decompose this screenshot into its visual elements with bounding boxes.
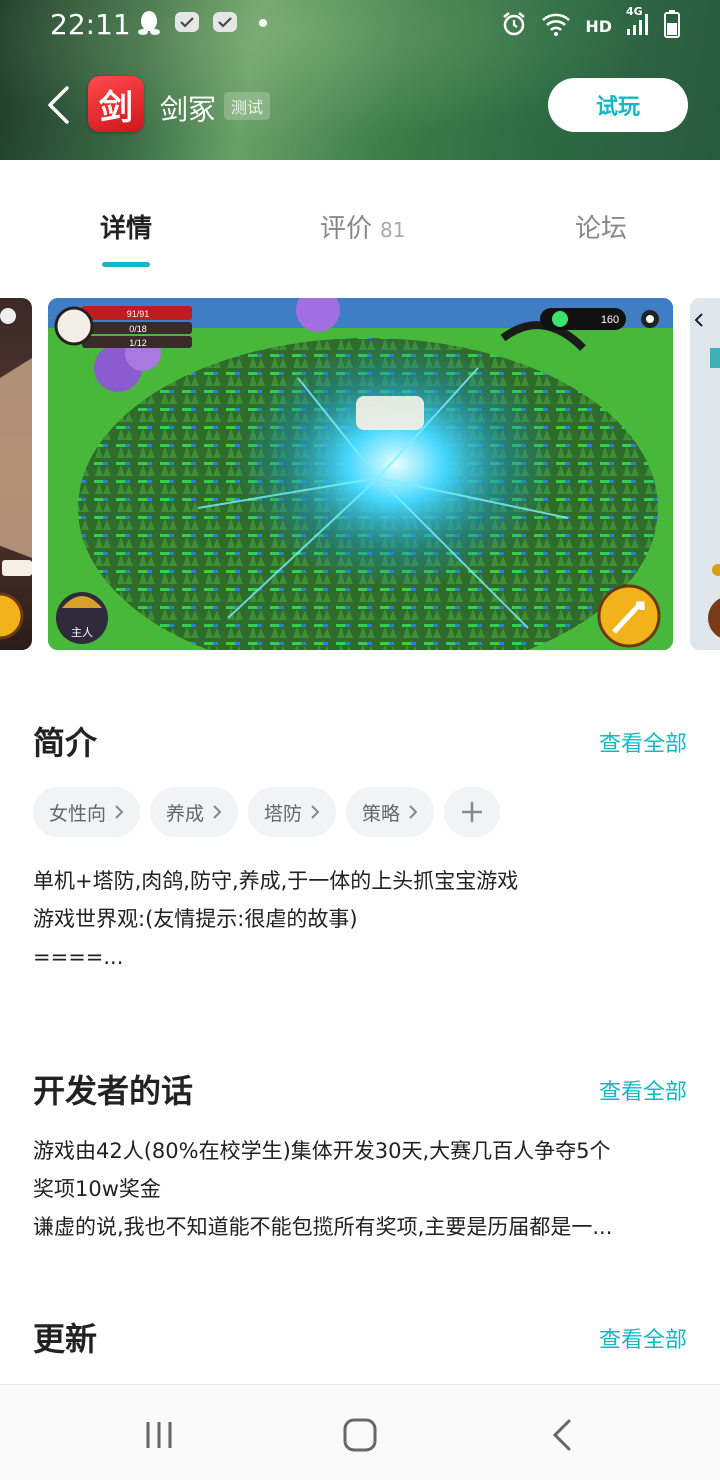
battery-icon xyxy=(664,10,680,42)
developer-notes-section: 开发者的话 查看全部 游戏由42人(80%在校学生)集体开发30天,大赛几百人争… xyxy=(0,1066,720,1266)
update-see-all-link[interactable]: 查看全部 xyxy=(599,1322,687,1354)
back-button[interactable] xyxy=(38,80,78,130)
home-button[interactable] xyxy=(338,1413,382,1457)
intro-line: 游戏世界观:(友情提示:很虐的故事) xyxy=(33,907,358,931)
intro-line: 单机+塔防,肉鸽,防守,养成,于一体的上头抓宝宝游戏 xyxy=(33,869,519,893)
tag-item[interactable]: 策略 xyxy=(346,787,435,837)
developer-line: 游戏由42人(80%在校学生)集体开发30天,大赛几百人争夺5个 xyxy=(33,1139,611,1163)
tag-label: 养成 xyxy=(166,802,205,825)
plus-icon xyxy=(462,802,483,822)
tab-forum[interactable]: 论坛 xyxy=(575,208,627,245)
test-badge: 测试 xyxy=(224,92,271,120)
detail-tabs: 详情 评价 81 论坛 xyxy=(0,180,720,270)
add-tag-button[interactable] xyxy=(444,787,501,837)
wifi-icon xyxy=(541,11,571,41)
tab-forum-label: 论坛 xyxy=(575,214,628,244)
intro-text: 单机+塔防,肉鸽,防守,养成,于一体的上头抓宝宝游戏 游戏世界观:(友情提示:很… xyxy=(33,862,693,976)
tag-label: 策略 xyxy=(362,802,401,825)
hud-stat-2: 0/18 xyxy=(129,324,147,334)
tag-list: 女性向 养成 塔防 策略 xyxy=(33,787,501,837)
intro-title: 简介 xyxy=(33,724,98,762)
tag-item[interactable]: 女性向 xyxy=(33,787,141,837)
hud-stat-3: 1/12 xyxy=(129,338,147,348)
app-icon-glyph: 剑 xyxy=(99,87,133,128)
app-icon: 剑 xyxy=(88,76,144,132)
update-title: 更新 xyxy=(33,1320,98,1358)
chevron-right-icon xyxy=(213,805,222,819)
chevron-right-icon xyxy=(409,805,418,819)
chevron-left-icon xyxy=(48,86,69,124)
tab-details[interactable]: 详情 xyxy=(100,208,152,245)
tag-label: 塔防 xyxy=(264,802,303,825)
tab-reviews[interactable]: 评价 81 xyxy=(320,208,405,245)
chat-icon xyxy=(174,10,200,36)
screenshot-gallery[interactable]: 91/91 0/18 1/12 160 主人 xyxy=(0,298,720,650)
tab-reviews-label: 评价 xyxy=(320,214,373,244)
tag-item[interactable]: 塔防 xyxy=(248,787,337,837)
network-label: HD xyxy=(585,16,612,36)
nav-back-button[interactable] xyxy=(540,1413,584,1457)
chevron-right-icon xyxy=(311,805,320,819)
home-icon xyxy=(343,1418,377,1452)
tag-label: 女性向 xyxy=(49,802,107,825)
tab-details-label: 详情 xyxy=(100,214,153,244)
system-status-icons: HD 4G xyxy=(501,5,680,42)
tab-reviews-count: 81 xyxy=(380,218,406,242)
back-icon xyxy=(552,1419,571,1451)
update-section: 更新 查看全部 xyxy=(0,1314,720,1374)
screenshot-next[interactable] xyxy=(690,298,720,650)
developer-line: 奖项10w奖金 xyxy=(33,1177,161,1201)
app-header-banner: 22:11 HD 4G 剑 剑冢 测试 试玩 xyxy=(0,0,720,160)
try-play-button[interactable]: 试玩 xyxy=(548,78,688,132)
intro-section: 简介 查看全部 女性向 养成 塔防 策略 单机+塔防,肉鸽,防守,养成,于一体的… xyxy=(0,716,720,996)
recents-button[interactable] xyxy=(137,1413,181,1457)
qq-icon xyxy=(136,10,162,36)
screenshot-main[interactable]: 91/91 0/18 1/12 160 主人 xyxy=(48,298,673,650)
status-bar: 22:11 HD 4G xyxy=(0,0,720,52)
developer-notes-title: 开发者的话 xyxy=(33,1072,194,1110)
active-tab-indicator xyxy=(102,262,150,267)
signal-icon: 4G xyxy=(626,5,650,41)
notification-icons xyxy=(136,10,276,36)
chat-icon xyxy=(212,10,238,36)
system-navigation-bar xyxy=(0,1384,720,1480)
intro-line: ====... xyxy=(33,945,124,969)
chevron-right-icon xyxy=(115,805,124,819)
dot-icon xyxy=(250,10,276,36)
developer-notes-text: 游戏由42人(80%在校学生)集体开发30天,大赛几百人争夺5个 奖项10w奖金… xyxy=(33,1132,693,1246)
hud-hp: 91/91 xyxy=(127,309,150,319)
hud-gems: 160 xyxy=(601,314,619,326)
screenshot-prev[interactable] xyxy=(0,298,32,650)
recents-icon xyxy=(146,1422,172,1448)
developer-see-all-link[interactable]: 查看全部 xyxy=(599,1074,687,1106)
app-name: 剑冢 xyxy=(160,93,217,126)
tag-item[interactable]: 养成 xyxy=(150,787,239,837)
hud-hero-label: 主人 xyxy=(71,626,93,639)
app-header-row: 剑 剑冢 测试 试玩 xyxy=(0,70,720,140)
alarm-icon xyxy=(501,11,527,41)
network-type: 4G xyxy=(626,5,643,18)
intro-see-all-link[interactable]: 查看全部 xyxy=(599,726,687,758)
status-time: 22:11 xyxy=(50,8,131,41)
developer-line: 谦虚的说,我也不知道能不能包揽所有奖项,主要是历届都是一... xyxy=(33,1215,613,1239)
